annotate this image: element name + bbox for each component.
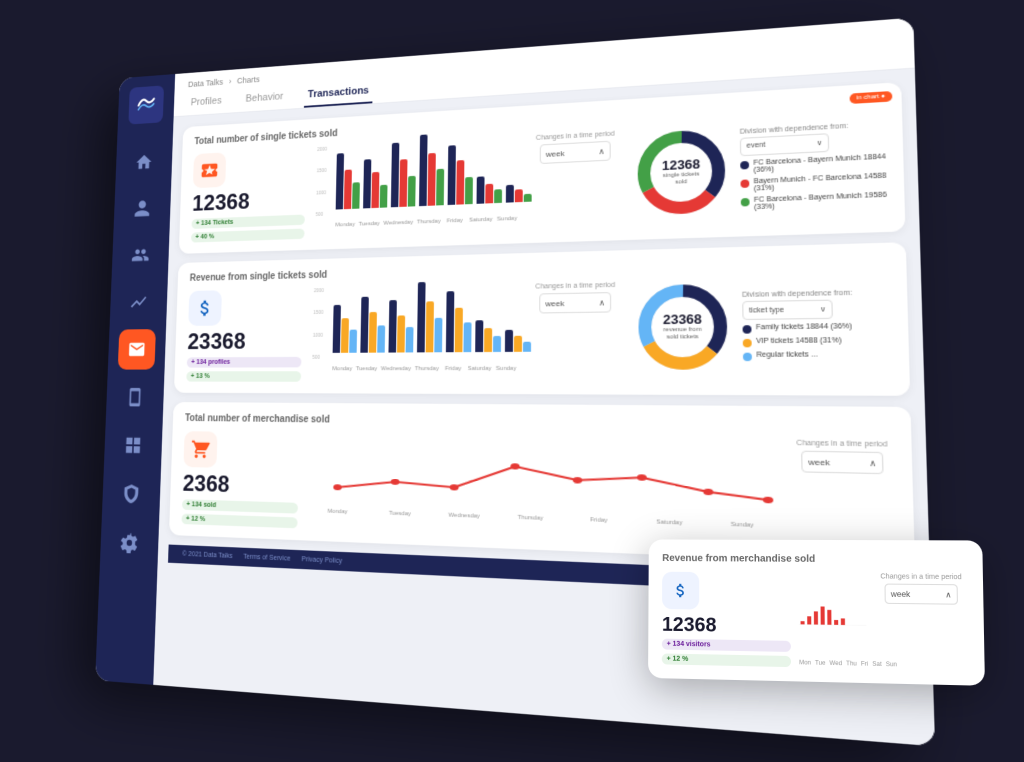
card3-number: 2368 (182, 473, 298, 499)
floating-number: 12368 (662, 615, 791, 637)
card1-division: Division with dependence from: event ∨ F… (740, 120, 889, 211)
footer-tos[interactable]: Terms of Service (243, 554, 290, 563)
sidebar-item-grid[interactable] (114, 425, 152, 467)
bar-group-thu (419, 133, 445, 206)
card3-icon (183, 431, 217, 468)
card2-number: 23368 (187, 330, 302, 353)
sidebar-item-settings[interactable] (110, 521, 149, 564)
floating-badge1: + 134 visitors (662, 639, 791, 652)
tab-profiles[interactable]: Profiles (187, 90, 225, 116)
scene: Data Talks › Charts Profiles Behavior Tr… (37, 21, 987, 741)
sidebar-item-profile[interactable] (123, 188, 161, 229)
floating-day-labels: Mon Tue Wed Thu Fri Sat Sun (799, 660, 867, 668)
card1-number: 12368 (192, 188, 306, 215)
bar-group-sat (477, 176, 503, 204)
card1-y-axis: 2000 1500 1000 500 (316, 147, 328, 218)
card2-division: Division with dependence from: ticket ty… (742, 289, 892, 361)
card2-bars (332, 284, 517, 364)
card3-left: 2368 + 134 sold + 12 % (181, 431, 299, 528)
sidebar-item-email[interactable] (118, 329, 156, 369)
card1-legend: FC Barcelona - Bayern Munich 18844 (36%)… (740, 153, 888, 211)
card1-icon (193, 152, 226, 188)
floating-time-dropdown[interactable]: week ∧ (884, 584, 957, 605)
card1-donut-container: 12368 single tickets sold Division with … (633, 115, 888, 219)
card1-time-dropdown[interactable]: week ∧ (540, 141, 611, 164)
card3-badge2: + 12 % (181, 514, 297, 529)
card1-bar-chart: 2000 1500 1000 500 (315, 136, 518, 229)
footer-copyright: © 2021 Data Talks (182, 551, 233, 560)
card3-badge1: + 134 sold (182, 499, 298, 513)
card3-line-chart (309, 433, 777, 516)
card1-time-selector: Changes in a time period week ∧ (530, 130, 621, 164)
floating-chart-area: Mon Tue Wed Thu Fri Sat Sun (799, 573, 867, 668)
card2-chart-area: 2000 1500 1000 500 (312, 284, 517, 372)
card3-chart-area: Monday Tuesday Wednesday Thursday Friday… (309, 433, 778, 530)
card2-badge2: + 13 % (186, 371, 301, 382)
floating-card-body: 12368 + 134 visitors + 12 % (662, 572, 970, 671)
bar-group-tue (363, 158, 388, 208)
floating-bar-chart (799, 573, 867, 655)
tab-transactions[interactable]: Transactions (304, 79, 373, 108)
card3-time-dropdown[interactable]: week ∧ (801, 451, 884, 475)
card1-badge2: + 40 % (191, 228, 305, 242)
card1-donut-center: 12368 single tickets sold (657, 157, 705, 188)
card3-body: 2368 + 134 sold + 12 % (181, 431, 897, 551)
sidebar-item-mobile[interactable] (116, 377, 154, 418)
card2-body: 23368 + 134 profiles + 13 % 200 (186, 276, 893, 383)
app-logo (128, 85, 164, 124)
card1-left: 12368 + 134 Tickets + 40 % (191, 148, 307, 243)
card2-donut-center: 23368 revenue from sold tickets (658, 312, 707, 342)
bar-group-sun (506, 184, 532, 203)
sidebar-item-home[interactable] (125, 142, 163, 183)
card2-y-axis: 2000 1500 1000 500 (312, 288, 324, 361)
card1-badge1: + 134 Tickets (191, 215, 304, 229)
floating-icon (662, 572, 699, 610)
sidebar-item-chart[interactable] (120, 282, 158, 323)
card1-top-badge: in chart ● (850, 91, 893, 104)
footer-privacy[interactable]: Privacy Policy (301, 556, 342, 565)
card2-donut: 23368 revenue from sold tickets (634, 279, 732, 374)
floating-card-revenue: Revenue from merchandise sold 12368 + 13… (648, 539, 985, 685)
card2-badge1: + 134 profiles (187, 357, 302, 368)
tab-behavior[interactable]: Behavior (242, 85, 287, 112)
card2-bar-chart: 2000 1500 1000 500 (312, 284, 517, 372)
card3-time-selector: Changes in a time period week ∧ (789, 440, 895, 475)
floating-time-selector: Changes in a time period week ∧ (874, 573, 969, 604)
card2-donut-container: 23368 revenue from sold tickets Division… (634, 276, 893, 374)
legend-item-3: FC Barcelona - Bayern Munich 19586 (33%) (741, 191, 889, 211)
card1-bars (335, 136, 518, 221)
sidebar-item-group[interactable] (121, 235, 159, 276)
floating-badge2: + 12 % (662, 653, 791, 667)
card2-legend: Family tickets 18844 (36%) VIP tickets 1… (743, 322, 893, 361)
card2-left: 23368 + 134 profiles + 13 % (186, 289, 303, 382)
card1-donut: 12368 single tickets sold (633, 124, 730, 219)
legend-item-1: FC Barcelona - Bayern Munich 18844 (36%) (740, 153, 887, 174)
card-revenue-tickets: Revenue from single tickets sold 23368 +… (174, 242, 910, 396)
bar-group-fri (448, 144, 474, 205)
card2-icon (188, 290, 222, 326)
legend-item-2: Bayern Munich - FC Barcelona 14588 (31%) (740, 172, 887, 193)
bar-group-mon (336, 152, 361, 209)
card2-time-dropdown[interactable]: week ∧ (539, 292, 611, 313)
bar-group-wed (391, 142, 416, 208)
floating-metric-left: 12368 + 134 visitors + 12 % (662, 572, 791, 667)
card3-title: Total number of merchandise sold (185, 413, 895, 432)
card2-time-selector: Changes in a time period week ∧ (529, 282, 621, 314)
card2-day-labels: Monday Tuesday Wednesday Thursday Friday… (332, 366, 517, 372)
card1-chart-area: 2000 1500 1000 500 (315, 136, 518, 229)
floating-card-title: Revenue from merchandise sold (662, 553, 968, 566)
card1-division-dropdown[interactable]: event ∨ (740, 133, 829, 156)
sidebar-item-shield[interactable] (112, 473, 151, 515)
card2-division-dropdown[interactable]: ticket type ∨ (742, 300, 833, 320)
